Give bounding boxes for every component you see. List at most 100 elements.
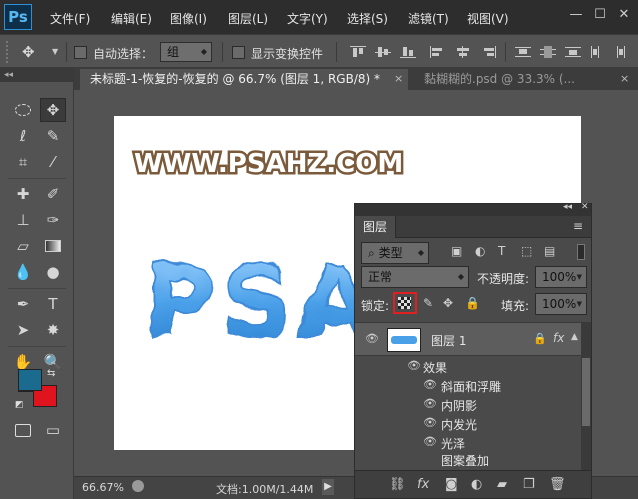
align-vcenter-icon[interactable] xyxy=(375,46,391,58)
filter-toggle-switch[interactable] xyxy=(577,244,585,260)
align-right-icon[interactable] xyxy=(480,46,496,58)
new-layer-icon[interactable]: ❐ xyxy=(523,477,535,492)
tab-slimy-psd[interactable]: 黏糊糊的.psd @ 33.3% (... × xyxy=(414,69,634,90)
move-tool-preset-icon[interactable]: ✥ xyxy=(22,43,35,61)
path-selection-tool-icon[interactable]: ➤ xyxy=(10,318,36,342)
distribute-hcenter-icon[interactable] xyxy=(614,46,630,58)
eraser-tool-icon[interactable]: ▱ xyxy=(10,234,36,258)
quick-selection-tool-icon[interactable]: ✎ xyxy=(40,124,66,148)
shape-filter-icon[interactable]: ⬚ xyxy=(521,244,532,258)
lock-transparent-pixels-icon[interactable] xyxy=(398,297,411,309)
crop-tool-icon[interactable]: ⌗ xyxy=(10,150,36,174)
layer-name[interactable]: 图层 1 xyxy=(431,332,466,349)
lasso-tool-icon[interactable]: ℓ xyxy=(10,124,36,148)
smart-object-filter-icon[interactable]: ▤ xyxy=(544,244,555,258)
opacity-field[interactable]: 100% ▼ xyxy=(535,266,587,288)
menu-type[interactable]: 文字(Y) xyxy=(287,10,328,27)
lock-image-pixels-icon[interactable]: ✎ xyxy=(423,296,433,310)
add-mask-icon[interactable]: ◙ xyxy=(445,477,458,492)
layer-row-layer-1[interactable]: 👁 图层 1 🔒 fx ▲ xyxy=(355,322,591,356)
align-hcenter-icon[interactable] xyxy=(455,46,471,58)
menu-edit[interactable]: 编辑(E) xyxy=(111,10,152,27)
clone-stamp-tool-icon[interactable]: ⊥ xyxy=(10,208,36,232)
effect-row-inner-glow[interactable]: 👁 内发光 xyxy=(355,413,591,432)
distribute-bottom-icon[interactable] xyxy=(565,46,581,58)
history-brush-tool-icon[interactable]: ✑ xyxy=(40,208,66,232)
visibility-eye-icon[interactable]: 👁 xyxy=(365,332,379,345)
close-panel-icon[interactable]: ✕ xyxy=(581,202,589,212)
visibility-eye-icon[interactable]: 👁 xyxy=(407,359,421,372)
distribute-vcenter-icon[interactable] xyxy=(540,46,556,58)
pixel-filter-icon[interactable]: ▣ xyxy=(451,244,462,258)
marquee-tool-icon[interactable] xyxy=(10,98,36,122)
type-tool-icon[interactable]: T xyxy=(40,292,66,316)
zoom-level[interactable]: 66.67% xyxy=(82,481,124,494)
effect-row-pattern-overlay[interactable]: 图案叠加 xyxy=(355,450,591,469)
link-layers-icon[interactable]: ⛓ xyxy=(389,477,406,492)
panel-titlebar[interactable]: ◂◂ ✕ xyxy=(355,202,591,216)
foreground-color-swatch-front[interactable] xyxy=(18,369,42,391)
eyedropper-tool-icon[interactable]: ⁄ xyxy=(40,150,66,174)
menu-file[interactable]: 文件(F) xyxy=(50,10,90,27)
status-menu-arrow-icon[interactable]: ▶ xyxy=(322,479,334,495)
toolbar-collapse-arrows[interactable]: ◂◂ xyxy=(0,68,74,82)
new-group-icon[interactable]: ▰ xyxy=(497,477,507,492)
distribute-top-icon[interactable] xyxy=(515,46,531,58)
effect-row-bevel-emboss[interactable]: 👁 斜面和浮雕 xyxy=(355,375,591,394)
visibility-eye-icon[interactable]: 👁 xyxy=(423,416,437,429)
collapse-effects-icon[interactable]: ▲ xyxy=(571,332,578,342)
lock-all-icon[interactable]: 🔒 xyxy=(465,296,480,310)
move-tool-icon[interactable]: ✥ xyxy=(40,98,66,122)
adjustment-filter-icon[interactable]: ◐ xyxy=(475,244,485,258)
auto-select-dropdown[interactable]: 组 ◆ xyxy=(160,42,212,62)
new-adjustment-layer-icon[interactable]: ◐ xyxy=(471,477,482,492)
collapse-panel-icon[interactable]: ◂◂ xyxy=(563,202,572,212)
screen-mode-icon[interactable]: ▭ xyxy=(40,418,66,442)
fx-badge[interactable]: fx xyxy=(553,331,564,345)
pen-tool-icon[interactable]: ✒ xyxy=(10,292,36,316)
layers-scrollbar[interactable] xyxy=(581,322,591,470)
close-icon[interactable]: × xyxy=(620,69,629,89)
menu-image[interactable]: 图像(I) xyxy=(170,10,207,27)
blend-mode-dropdown[interactable]: 正常 ◆ xyxy=(361,266,469,288)
menu-select[interactable]: 选择(S) xyxy=(347,10,388,27)
menu-view[interactable]: 视图(V) xyxy=(467,10,509,27)
align-left-icon[interactable] xyxy=(430,46,446,58)
chevron-down-icon[interactable]: ▼ xyxy=(52,47,58,56)
blur-tool-icon[interactable]: 💧 xyxy=(10,260,36,284)
visibility-eye-icon[interactable]: 👁 xyxy=(423,397,437,410)
dodge-tool-icon[interactable]: ● xyxy=(40,260,66,284)
effect-row-satin[interactable]: 👁 光泽 xyxy=(355,432,591,451)
visibility-eye-icon[interactable]: 👁 xyxy=(423,435,437,448)
close-icon[interactable]: × xyxy=(394,69,403,89)
scrollbar-thumb[interactable] xyxy=(582,358,590,426)
share-icon[interactable] xyxy=(132,480,144,492)
panel-menu-icon[interactable]: ≡ xyxy=(573,219,583,233)
brush-tool-icon[interactable]: ✐ xyxy=(40,182,66,206)
fill-field[interactable]: 100% ▼ xyxy=(535,293,587,315)
filter-kind-dropdown[interactable]: ⌕ 类型 ◆ xyxy=(361,242,429,264)
healing-brush-tool-icon[interactable]: ✚ xyxy=(10,182,36,206)
delete-layer-icon[interactable]: 🗑 xyxy=(549,477,566,492)
visibility-eye-icon[interactable]: 👁 xyxy=(423,378,437,391)
close-window-button[interactable]: ✕ xyxy=(614,6,634,24)
tab-untitled-1[interactable]: 未标题-1-恢复的-恢复的 @ 66.7% (图层 1, RGB/8) * × xyxy=(80,69,408,90)
default-colors-icon[interactable]: ◩ xyxy=(15,400,24,410)
menu-layer[interactable]: 图层(L) xyxy=(228,10,268,27)
effect-row-inner-shadow[interactable]: 👁 内阴影 xyxy=(355,394,591,413)
gradient-tool-icon[interactable] xyxy=(40,234,66,258)
custom-shape-tool-icon[interactable]: ✸ xyxy=(40,318,66,342)
auto-select-checkbox[interactable] xyxy=(74,46,87,59)
menu-filter[interactable]: 滤镜(T) xyxy=(408,10,449,27)
type-filter-icon[interactable]: T xyxy=(498,244,505,258)
maximize-button[interactable]: ☐ xyxy=(590,6,610,24)
swap-colors-icon[interactable]: ⇆ xyxy=(47,368,55,379)
tab-layers[interactable]: 图层 xyxy=(355,216,397,238)
lock-position-icon[interactable]: ✥ xyxy=(443,296,453,310)
align-bottom-icon[interactable] xyxy=(400,46,416,58)
quick-mask-icon[interactable] xyxy=(10,418,36,442)
distribute-left-icon[interactable] xyxy=(590,46,606,58)
minimize-button[interactable]: — xyxy=(566,6,586,24)
effects-group-row[interactable]: 👁 效果 xyxy=(355,356,591,375)
add-layer-style-icon[interactable]: fx xyxy=(417,477,429,492)
